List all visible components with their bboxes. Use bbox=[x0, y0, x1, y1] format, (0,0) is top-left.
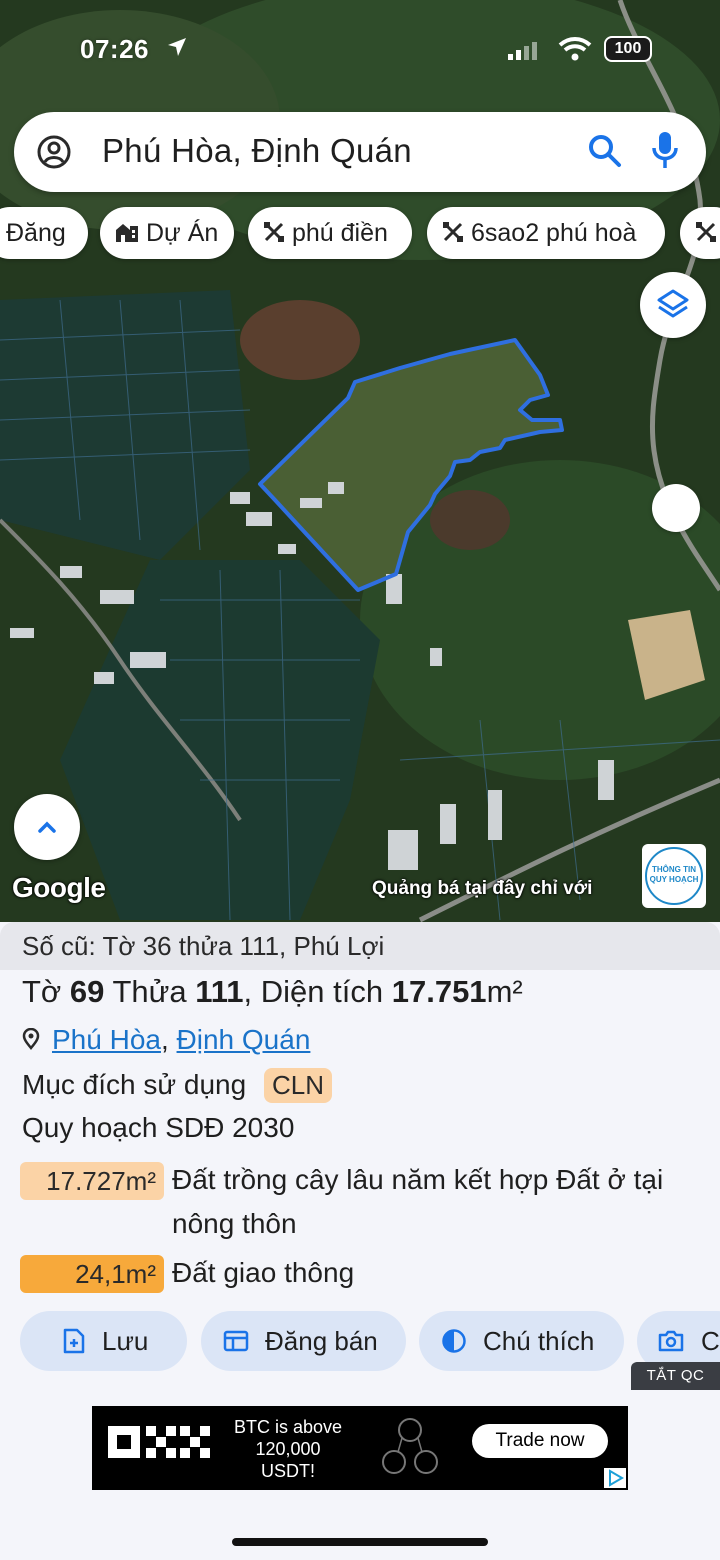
google-attribution: Google bbox=[12, 872, 106, 903]
okx-logo bbox=[108, 1426, 210, 1458]
parcel-location: Phú Hòa, Định Quán bbox=[22, 1024, 310, 1056]
land-use-purpose: Mục đích sử dụng CLN bbox=[22, 1068, 332, 1103]
map-view[interactable]: 07:26 100 Phú Hòa, Định Quán Đăng Dự Án … bbox=[0, 0, 720, 922]
battery-indicator: 100 bbox=[604, 36, 652, 62]
post-for-sale-button[interactable]: Đăng bán bbox=[201, 1311, 406, 1371]
promo-logo[interactable]: THÔNG TIN QUY HOẠCH bbox=[642, 844, 706, 908]
filter-chips: Đăng Dự Án phú điền 6sao2 phú hoà bbox=[0, 207, 720, 261]
tool-icon bbox=[443, 222, 463, 243]
promo-text[interactable]: Quảng bá tại đây chỉ với bbox=[372, 878, 592, 900]
file-add-icon bbox=[63, 1328, 85, 1354]
cellular-signal-icon bbox=[508, 42, 537, 60]
zone-area-badge: 24,1m² bbox=[20, 1255, 164, 1293]
old-parcel-number: Số cũ: Tờ 36 thửa 111, Phú Lợi bbox=[0, 922, 720, 970]
ad-headline: BTC is above 120,000 USDT! bbox=[233, 1417, 343, 1481]
chip-du-an[interactable]: Dự Án bbox=[100, 207, 234, 259]
plan-label: Quy hoạch SDĐ 2030 bbox=[22, 1112, 295, 1143]
tool-icon bbox=[696, 222, 716, 243]
account-icon[interactable] bbox=[36, 134, 72, 170]
building-icon bbox=[116, 224, 138, 243]
tool-icon bbox=[264, 222, 284, 243]
purpose-code-badge: CLN bbox=[263, 1068, 332, 1103]
camera-icon bbox=[658, 1330, 684, 1352]
zone-row: 17.727m² Đất trồng cây lâu năm kết hợp Đ… bbox=[20, 1162, 720, 1252]
zone-description: Đất trồng cây lâu năm kết hợp Đất ở tại … bbox=[172, 1164, 664, 1239]
search-icon[interactable] bbox=[586, 132, 624, 170]
chip-dang[interactable]: Đăng bbox=[0, 207, 88, 259]
location-arrow-icon bbox=[168, 38, 186, 56]
bitcoin-coins-icon bbox=[382, 1418, 438, 1474]
save-button[interactable]: Lưu bbox=[20, 1311, 187, 1371]
chip-more[interactable] bbox=[680, 207, 720, 259]
listing-icon bbox=[223, 1330, 249, 1352]
promo-logo-badge: THÔNG TIN QUY HOẠCH bbox=[645, 847, 703, 905]
trade-now-button[interactable]: Trade now bbox=[472, 1424, 608, 1458]
microphone-icon[interactable] bbox=[650, 130, 680, 172]
wifi-icon bbox=[558, 37, 592, 61]
chip-phu-dien[interactable]: phú điền bbox=[248, 207, 412, 259]
layers-icon bbox=[657, 289, 689, 318]
parcel-title: Tờ 69 Thửa 111, Diện tích 17.751m² bbox=[22, 974, 523, 1009]
hide-ads-button[interactable]: TẮT QC bbox=[631, 1362, 720, 1390]
contrast-icon bbox=[442, 1329, 466, 1353]
zone-row: 24,1m² Đất giao thông bbox=[20, 1255, 720, 1295]
location-pin-icon bbox=[22, 1027, 40, 1050]
adchoices-icon[interactable] bbox=[604, 1468, 626, 1488]
zone-area-badge: 17.727m² bbox=[20, 1162, 164, 1200]
home-indicator[interactable] bbox=[232, 1538, 488, 1546]
ward-link[interactable]: Phú Hòa bbox=[52, 1024, 161, 1055]
zone-description: Đất giao thông bbox=[172, 1257, 355, 1288]
status-bar: 07:26 100 bbox=[0, 30, 720, 70]
expand-up-button[interactable] bbox=[14, 794, 80, 860]
search-query[interactable]: Phú Hòa, Định Quán bbox=[102, 132, 412, 170]
legend-button[interactable]: Chú thích bbox=[419, 1311, 624, 1371]
search-bar[interactable]: Phú Hòa, Định Quán bbox=[14, 112, 706, 192]
action-bar: Lưu Đăng bán Chú thích C bbox=[0, 1311, 720, 1371]
status-time: 07:26 bbox=[80, 34, 149, 64]
chevron-up-icon bbox=[38, 821, 56, 833]
ad-banner[interactable]: BTC is above 120,000 USDT! Trade now bbox=[92, 1406, 628, 1490]
layers-button[interactable] bbox=[640, 272, 706, 338]
map-handle[interactable] bbox=[652, 484, 700, 532]
district-link[interactable]: Định Quán bbox=[177, 1024, 311, 1055]
chip-6sao2-phu-hoa[interactable]: 6sao2 phú hoà bbox=[427, 207, 665, 259]
